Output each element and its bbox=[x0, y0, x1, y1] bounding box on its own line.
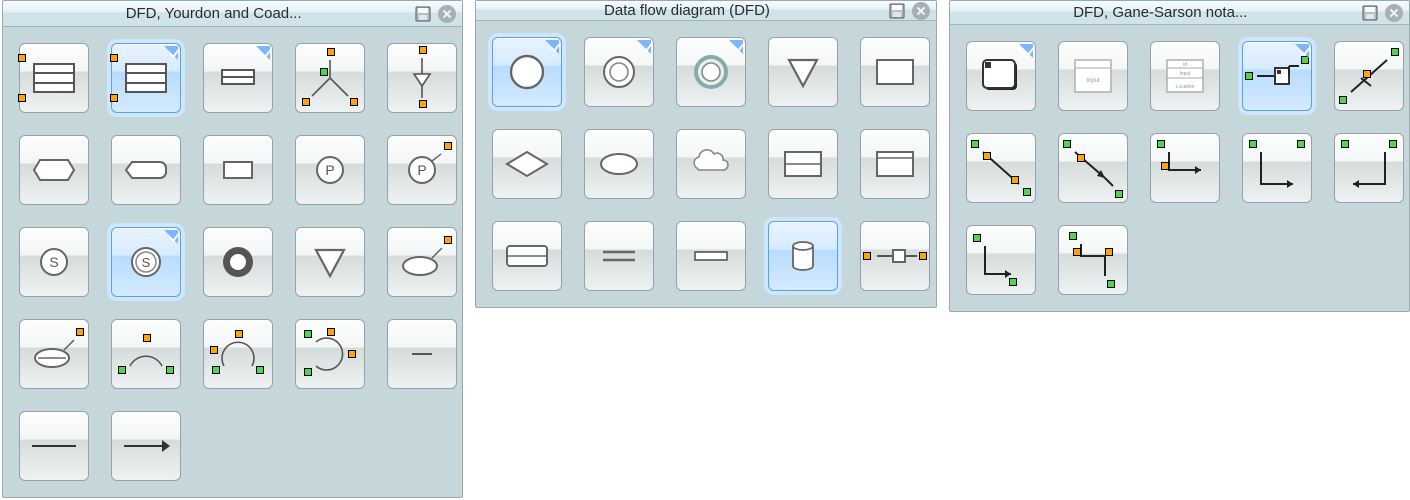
save-icon[interactable] bbox=[888, 2, 906, 20]
shape-p-circle[interactable]: P bbox=[289, 129, 371, 211]
shape-datastore-box[interactable]: id Input Location bbox=[1144, 35, 1226, 117]
shape-hex-none[interactable] bbox=[197, 129, 279, 211]
shape-hex-left[interactable] bbox=[105, 129, 187, 211]
shape-conn-e[interactable] bbox=[1328, 127, 1410, 209]
shape-tree-merge[interactable] bbox=[381, 37, 463, 119]
shape-conn-b[interactable] bbox=[1052, 127, 1134, 209]
svg-text:S: S bbox=[142, 255, 151, 270]
shape-entity-box[interactable]: Input bbox=[1052, 35, 1134, 117]
titlebar[interactable]: Data flow diagram (DFD) bbox=[476, 1, 935, 21]
shape-p-circle-handle[interactable]: P bbox=[381, 129, 463, 211]
shape-circle-solid[interactable] bbox=[486, 31, 568, 113]
shape-hex-both[interactable] bbox=[13, 129, 95, 211]
close-icon[interactable] bbox=[438, 5, 456, 23]
shape-rect-large[interactable] bbox=[486, 215, 568, 297]
svg-text:Location: Location bbox=[1175, 84, 1194, 90]
shape-connector-diag[interactable] bbox=[1328, 35, 1410, 117]
svg-text:Input: Input bbox=[1179, 71, 1191, 77]
shape-conn-c[interactable] bbox=[1144, 127, 1226, 209]
shape-grid: P P S S bbox=[3, 27, 462, 497]
shape-data-store-1[interactable] bbox=[13, 37, 95, 119]
shape-diamond[interactable] bbox=[486, 123, 568, 205]
titlebar[interactable]: DFD, Gane-Sarson nota... bbox=[950, 1, 1409, 25]
shape-connector-horiz[interactable] bbox=[1236, 35, 1318, 117]
shape-short-line[interactable] bbox=[381, 313, 463, 395]
shape-s-circle[interactable]: S bbox=[13, 221, 95, 303]
shape-tree-fork[interactable] bbox=[289, 37, 371, 119]
shape-interface[interactable] bbox=[854, 215, 936, 297]
shape-triangle-down[interactable] bbox=[289, 221, 371, 303]
shape-circle-shaded[interactable] bbox=[670, 31, 752, 113]
shape-arc-nodes-2[interactable] bbox=[197, 313, 279, 395]
shape-ellipse-solid[interactable] bbox=[578, 123, 660, 205]
svg-text:P: P bbox=[417, 162, 426, 178]
shape-ellipse-line[interactable] bbox=[381, 221, 463, 303]
panel-yourdon: DFD, Yourdon and Coad... bbox=[2, 0, 463, 498]
shape-conn-d[interactable] bbox=[1236, 127, 1318, 209]
save-icon[interactable] bbox=[1361, 4, 1379, 22]
shape-rect-mid[interactable] bbox=[762, 123, 844, 205]
panel-title: DFD, Gane-Sarson nota... bbox=[960, 4, 1361, 21]
shape-triangle-down-2[interactable] bbox=[762, 31, 844, 113]
shape-rect-top[interactable] bbox=[854, 123, 936, 205]
shape-arc-nodes-1[interactable] bbox=[105, 313, 187, 395]
shape-grid: Input id Input Location bbox=[950, 25, 1409, 311]
shape-circle-double[interactable] bbox=[578, 31, 660, 113]
close-icon[interactable] bbox=[1385, 4, 1403, 22]
panel-dfd: Data flow diagram (DFD) bbox=[475, 0, 936, 308]
shape-ring[interactable] bbox=[197, 221, 279, 303]
shape-data-store-2[interactable] bbox=[105, 37, 187, 119]
shape-rect-solid[interactable] bbox=[854, 31, 936, 113]
shape-conn-f[interactable] bbox=[960, 219, 1042, 301]
shape-conn-g[interactable] bbox=[1052, 219, 1134, 301]
panel-title: DFD, Yourdon and Coad... bbox=[13, 5, 414, 22]
shape-arc-nodes-3[interactable] bbox=[289, 313, 371, 395]
shape-grid bbox=[476, 21, 935, 307]
svg-text:Input: Input bbox=[1086, 78, 1100, 84]
svg-text:S: S bbox=[49, 254, 58, 270]
shape-conn-a[interactable] bbox=[960, 127, 1042, 209]
shape-process-box[interactable] bbox=[960, 35, 1042, 117]
svg-text:id: id bbox=[1183, 62, 1187, 68]
close-icon[interactable] bbox=[912, 2, 930, 20]
shape-line[interactable] bbox=[13, 405, 95, 487]
panel-title: Data flow diagram (DFD) bbox=[486, 2, 887, 19]
shape-cylinder[interactable] bbox=[762, 215, 844, 297]
shape-rect-thin[interactable] bbox=[670, 215, 752, 297]
save-icon[interactable] bbox=[414, 5, 432, 23]
shape-two-lines[interactable] bbox=[578, 215, 660, 297]
shape-cloud[interactable] bbox=[670, 123, 752, 205]
shape-s-circle-sel[interactable]: S bbox=[105, 221, 187, 303]
shape-arrow[interactable] bbox=[105, 405, 187, 487]
titlebar[interactable]: DFD, Yourdon and Coad... bbox=[3, 1, 462, 27]
svg-text:P: P bbox=[325, 162, 334, 178]
shape-data-store-3[interactable] bbox=[197, 37, 279, 119]
panel-gane: DFD, Gane-Sarson nota... Input id Input Lo… bbox=[949, 0, 1410, 312]
shape-ellipse-line-2[interactable] bbox=[13, 313, 95, 395]
